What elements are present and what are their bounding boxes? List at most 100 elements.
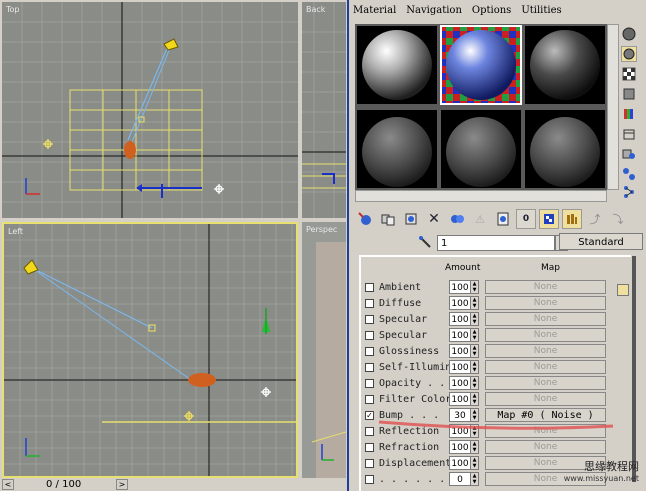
slots-horizontal-scrollbar[interactable] [355,190,607,202]
material-type-button[interactable]: Standard [559,233,643,250]
time-slider[interactable]: < 0 / 100 > [0,478,346,491]
map-enable-checkbox[interactable] [365,442,374,452]
viewport-left[interactable]: Left [2,222,298,478]
spinner-icon[interactable]: ▲ ▼ [471,472,479,486]
spinner-icon[interactable]: ▲ ▼ [471,456,479,470]
sample-slot-spheres [357,25,605,188]
map-slot-button[interactable]: None [485,440,606,454]
left-viewport-scene [4,224,296,476]
map-amount-field[interactable]: 100 [449,312,471,326]
get-material-icon[interactable] [355,209,375,229]
next-frame-button[interactable]: > [116,479,128,490]
backlight-icon[interactable] [621,46,637,62]
select-by-material-icon[interactable] [621,166,637,182]
map-slot-button[interactable]: None [485,312,606,326]
panel-scrollbar[interactable] [632,256,636,482]
spinner-icon[interactable]: ▲ ▼ [471,440,479,454]
map-enable-checkbox[interactable] [365,378,374,388]
map-row: Specular 100 ▲ ▼ None [365,327,625,343]
menu-navigation[interactable]: Navigation [406,5,462,21]
sample-uv-tiling-icon[interactable] [621,86,637,102]
map-amount-field[interactable]: 100 [449,360,471,374]
viewport-perspective[interactable]: Perspec [302,222,346,478]
make-preview-icon[interactable] [621,126,637,142]
put-to-library-icon[interactable] [493,209,513,229]
reset-map-icon[interactable]: ✕ [424,209,444,229]
spinner-icon[interactable]: ▲ ▼ [471,312,479,326]
spinner-icon[interactable]: ▲ ▼ [471,376,479,390]
material-effects-channel-icon[interactable]: 0 [516,209,536,229]
map-slot-button[interactable]: None [485,328,606,342]
viewport-back-label: Back [306,5,326,14]
map-channel-label: Displacement [379,457,449,469]
assign-to-selection-icon[interactable] [401,209,421,229]
map-enable-checkbox[interactable] [365,394,374,404]
map-channel-label: Diffuse [379,297,422,309]
map-enable-checkbox[interactable] [365,346,374,356]
spinner-icon[interactable]: ▲ ▼ [471,280,479,294]
spinner-icon[interactable]: ▲ ▼ [471,392,479,406]
spinner-icon[interactable]: ▲ ▼ [471,296,479,310]
map-enable-checkbox[interactable] [365,314,374,324]
map-slot-button[interactable]: None [485,360,606,374]
map-amount-field[interactable]: 100 [449,344,471,358]
pick-material-icon[interactable] [417,234,433,250]
material-name-field[interactable]: 1 [437,235,555,251]
map-enable-checkbox[interactable] [365,298,374,308]
map-amount-field[interactable]: 100 [449,280,471,294]
map-amount-field[interactable]: 100 [449,376,471,390]
menu-utilities[interactable]: Utilities [521,5,561,21]
viewport-perspective-label: Perspec [306,225,338,234]
map-slot-button[interactable]: None [485,296,606,310]
options-icon[interactable] [621,146,637,162]
map-enable-checkbox[interactable] [365,282,374,292]
map-channel-label: Opacity . . [379,377,446,389]
back-viewport-scene [302,2,346,218]
map-enable-checkbox[interactable] [365,330,374,340]
map-amount-field[interactable]: 100 [449,440,471,454]
viewport-top[interactable]: Top [2,2,298,218]
spinner-icon[interactable]: ▲ ▼ [471,328,479,342]
map-enable-checkbox[interactable] [365,458,374,468]
map-channel-label: . . . . . . [379,473,446,485]
map-enable-checkbox[interactable] [365,474,374,484]
put-to-scene-icon[interactable] [378,209,398,229]
spinner-icon[interactable]: ▲ ▼ [471,360,479,374]
sample-type-sphere-icon[interactable] [621,26,637,42]
top-viewport-scene [2,2,298,218]
make-unique-icon[interactable]: ⚠ [470,209,490,229]
map-row: Ambient 100 ▲ ▼ None [365,279,625,295]
show-map-in-viewport-icon[interactable] [539,209,559,229]
material-name-combo[interactable]: 1 ▼ [437,235,568,251]
make-material-copy-icon[interactable] [447,209,467,229]
map-row: Self-Illumin 100 ▲ ▼ None [365,359,625,375]
map-amount-field[interactable]: 100 [449,456,471,470]
highlight-underline [378,420,614,430]
map-slot-button[interactable]: None [485,376,606,390]
prev-frame-button[interactable]: < [2,479,14,490]
map-amount-field[interactable]: 0 [449,472,471,486]
show-end-result-icon[interactable] [562,209,582,229]
go-forward-to-sibling-icon[interactable]: ⤵ [608,209,628,229]
slots-vertical-scrollbar[interactable] [607,24,619,190]
map-amount-field[interactable]: 100 [449,296,471,310]
go-to-parent-icon[interactable]: ⤴ [585,209,605,229]
menu-bar: Material Navigation Options Utilities [353,5,572,21]
spinner-icon[interactable]: ▲ ▼ [471,344,479,358]
material-map-navigator-icon[interactable] [621,184,637,200]
map-channel-label: Ambient [379,281,422,293]
map-amount-field[interactable]: 100 [449,392,471,406]
map-slot-button[interactable]: None [485,344,606,358]
map-enable-checkbox[interactable] [365,362,374,372]
map-slot-button[interactable]: None [485,280,606,294]
video-color-check-icon[interactable] [621,106,637,122]
menu-material[interactable]: Material [353,5,396,21]
map-column-header: Map [541,263,560,273]
lock-icon[interactable] [617,284,629,296]
map-row: Refraction 100 ▲ ▼ None [365,439,625,455]
map-amount-field[interactable]: 100 [449,328,471,342]
background-checker-icon[interactable] [621,66,637,82]
viewport-back[interactable]: Back [302,2,346,218]
menu-options[interactable]: Options [472,5,511,21]
map-slot-button[interactable]: None [485,392,606,406]
